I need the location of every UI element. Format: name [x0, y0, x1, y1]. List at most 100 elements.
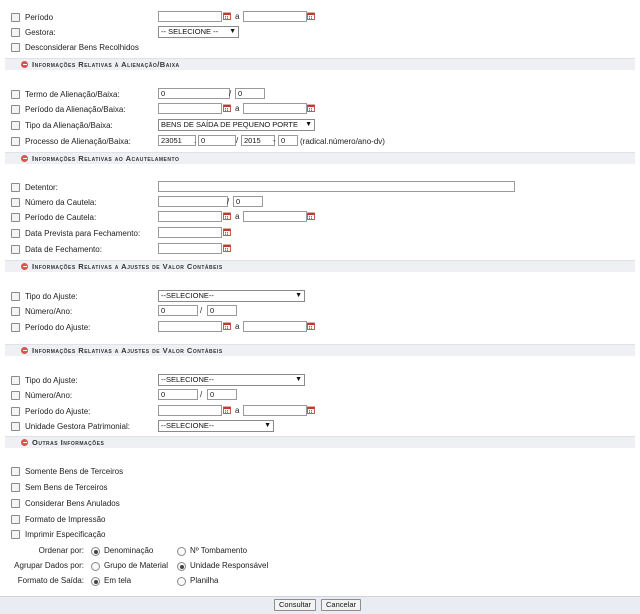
minus-icon[interactable] [21, 155, 28, 162]
saida-planilha-radio[interactable] [177, 577, 186, 586]
numero-ano-2-checkbox[interactable] [11, 391, 20, 400]
calendar-icon[interactable] [307, 322, 315, 330]
data-prevista-checkbox[interactable] [11, 229, 20, 238]
data-prevista-input[interactable] [158, 227, 222, 238]
gestora-select[interactable]: -- SELECIONE -- ▼ [158, 26, 239, 38]
calendar-icon[interactable] [307, 212, 315, 220]
periodo-inicio-input[interactable] [158, 11, 222, 22]
agrupar-grupo-radio[interactable] [91, 562, 100, 571]
ano-ajuste-input[interactable]: 0 [207, 305, 237, 316]
numero-cautela-input[interactable] [158, 196, 228, 207]
calendar-icon[interactable] [223, 406, 231, 414]
cancelar-button[interactable]: Cancelar [321, 599, 362, 611]
calendar-icon[interactable] [307, 406, 315, 414]
consultar-button[interactable]: Consultar [274, 599, 317, 611]
periodo-alienacao-label: Período da Alienação/Baixa: [25, 105, 126, 114]
minus-icon[interactable] [21, 439, 28, 446]
section-acautelamento: Informações Relativas ao Acautelamento [5, 152, 635, 164]
data-fechamento-input[interactable] [158, 243, 222, 254]
unidade-gestora-label: Unidade Gestora Patrimonial: [25, 422, 130, 431]
calendar-icon[interactable] [223, 12, 231, 20]
gestora-checkbox[interactable] [11, 28, 20, 37]
chevron-down-icon: ▼ [305, 121, 312, 128]
periodo-ajuste-fim-input[interactable] [243, 321, 307, 332]
periodo-ajuste-checkbox[interactable] [11, 323, 20, 332]
periodo-ajuste-2-fim-input[interactable] [243, 405, 307, 416]
calendar-icon[interactable] [307, 104, 315, 112]
tipo-alienacao-checkbox[interactable] [11, 121, 20, 130]
desconsiderar-checkbox[interactable] [11, 43, 20, 52]
periodo-ajuste-inicio-input[interactable] [158, 321, 222, 332]
chevron-down-icon: ▼ [229, 28, 236, 35]
periodo-a: a [235, 12, 240, 21]
gestora-label: Gestora: [25, 28, 56, 37]
tipo-ajuste-2-select[interactable]: --SELECIONE-- ▼ [158, 374, 305, 386]
section-title: Informações Relativas a Ajustes de Valor… [32, 262, 223, 271]
formato-impressao-checkbox[interactable] [11, 515, 20, 524]
calendar-icon[interactable] [223, 322, 231, 330]
numero-ajuste-input[interactable]: 0 [158, 305, 198, 316]
calendar-icon[interactable] [307, 12, 315, 20]
slash: / [229, 89, 232, 98]
calendar-icon[interactable] [223, 244, 231, 252]
processo-checkbox[interactable] [11, 137, 20, 146]
minus-icon[interactable] [21, 347, 28, 354]
processo-dv-input[interactable]: 0 [278, 135, 298, 146]
slash: / [200, 306, 203, 315]
termo-numero-input[interactable]: 0 [158, 88, 230, 99]
unidade-gestora-checkbox[interactable] [11, 422, 20, 431]
tipo-ajuste-checkbox[interactable] [11, 292, 20, 301]
saida-tela-radio[interactable] [91, 577, 100, 586]
periodo-cautela-checkbox[interactable] [11, 213, 20, 222]
termo-ano-input[interactable]: 0 [235, 88, 265, 99]
unidade-gestora-select[interactable]: --SELECIONE-- ▼ [158, 420, 274, 432]
agrupar-label: Agrupar Dados por: [14, 561, 84, 570]
periodo-ajuste-2-checkbox[interactable] [11, 407, 20, 416]
sem-terceiros-checkbox[interactable] [11, 483, 20, 492]
calendar-icon[interactable] [223, 228, 231, 236]
ordenar-tombamento-radio[interactable] [177, 547, 186, 556]
processo-radical-input[interactable]: 23051 [158, 135, 196, 146]
periodo-label: Período [25, 13, 54, 22]
agrupar-unidade-radio[interactable] [177, 562, 186, 571]
minus-icon[interactable] [21, 61, 28, 68]
ordenar-label: Ordenar por: [38, 546, 84, 555]
tipo-ajuste-2-label: Tipo do Ajuste: [25, 376, 78, 385]
ordenar-denominacao-label: Denominação [104, 546, 154, 555]
numero-ano-checkbox[interactable] [11, 307, 20, 316]
minus-icon[interactable] [21, 263, 28, 270]
detentor-checkbox[interactable] [11, 183, 20, 192]
processo-ano-input[interactable]: 2015 [241, 135, 275, 146]
data-fechamento-checkbox[interactable] [11, 245, 20, 254]
tipo-ajuste-2-checkbox[interactable] [11, 376, 20, 385]
ano-cautela-input[interactable]: 0 [233, 196, 263, 207]
ano-ajuste-2-input[interactable]: 0 [207, 389, 237, 400]
ordenar-denominacao-radio[interactable] [91, 547, 100, 556]
periodo-fim-input[interactable] [243, 11, 307, 22]
periodo-alienacao-inicio-input[interactable] [158, 103, 222, 114]
detentor-input[interactable] [158, 181, 515, 192]
periodo-alienacao-checkbox[interactable] [11, 105, 20, 114]
section-title: Informações Relativas ao Acautelamento [32, 154, 180, 163]
form-footer: Consultar Cancelar [0, 596, 640, 614]
calendar-icon[interactable] [223, 212, 231, 220]
calendar-icon[interactable] [223, 104, 231, 112]
tipo-alienacao-select[interactable]: BENS DE SAÍDA DE PEQUENO PORTE ▼ [158, 119, 315, 131]
imprimir-especificacao-checkbox[interactable] [11, 530, 20, 539]
a-sep: a [235, 104, 240, 113]
periodo-ajuste-2-inicio-input[interactable] [158, 405, 222, 416]
numero-ajuste-2-input[interactable]: 0 [158, 389, 198, 400]
periodo-alienacao-fim-input[interactable] [243, 103, 307, 114]
anulados-checkbox[interactable] [11, 499, 20, 508]
termo-checkbox[interactable] [11, 90, 20, 99]
periodo-checkbox[interactable] [11, 13, 20, 22]
periodo-cautela-fim-input[interactable] [243, 211, 307, 222]
processo-numero-input[interactable]: 0 [198, 135, 236, 146]
periodo-ajuste-2-label: Período do Ajuste: [25, 407, 91, 416]
tipo-ajuste-select[interactable]: --SELECIONE-- ▼ [158, 290, 305, 302]
ordenar-tombamento-label: Nº Tombamento [190, 546, 248, 555]
periodo-cautela-inicio-input[interactable] [158, 211, 222, 222]
numero-cautela-checkbox[interactable] [11, 198, 20, 207]
terceiros-checkbox[interactable] [11, 467, 20, 476]
saida-tela-label: Em tela [104, 576, 132, 585]
